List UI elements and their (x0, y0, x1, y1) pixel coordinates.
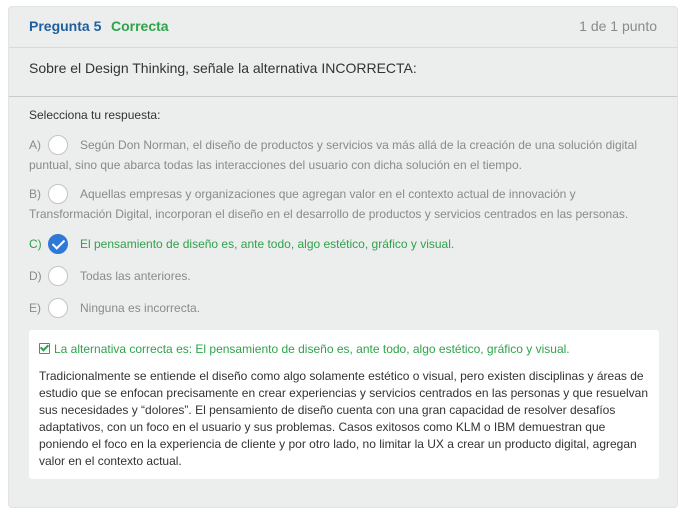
answer-prompt: Selecciona tu respuesta: (29, 108, 161, 122)
feedback-title: La alternativa correcta es: El pensamien… (39, 342, 570, 356)
option-letter: A) (29, 138, 41, 152)
option-e[interactable]: E) Ninguna es incorrecta. (29, 298, 649, 318)
option-letter: B) (29, 187, 41, 201)
option-d[interactable]: D) Todas las anteriores. (29, 266, 649, 286)
option-text: Todas las anteriores. (80, 269, 191, 283)
radio-option-b[interactable] (48, 184, 68, 204)
option-text: El pensamiento de diseño es, ante todo, … (80, 237, 455, 251)
feedback-body: Tradicionalmente se entiende el diseño c… (39, 369, 649, 468)
question-header: Pregunta 5 Correcta 1 de 1 punto (9, 7, 677, 48)
option-letter: E) (29, 301, 41, 315)
option-letter: D) (29, 269, 42, 283)
check-square-icon (39, 343, 50, 354)
feedback-title-text: La alternativa correcta es: El pensamien… (54, 342, 570, 356)
question-card: Pregunta 5 Correcta 1 de 1 punto Sobre e… (8, 6, 678, 508)
option-c[interactable]: C) El pensamiento de diseño es, ante todo… (29, 234, 649, 254)
radio-option-d[interactable] (48, 266, 68, 286)
option-text: Según Don Norman, el diseño de productos… (29, 138, 637, 172)
question-score: 1 de 1 punto (579, 18, 657, 34)
question-status: Correcta (111, 18, 169, 34)
option-b[interactable]: B) Aquellas empresas y organizaciones que… (29, 184, 649, 224)
option-a[interactable]: A) Según Don Norman, el diseño de product… (29, 135, 649, 175)
radio-option-a[interactable] (48, 135, 68, 155)
radio-option-e[interactable] (48, 298, 68, 318)
option-text: Ninguna es incorrecta. (80, 301, 201, 315)
question-statement: Sobre el Design Thinking, señale la alte… (29, 60, 417, 76)
check-circle-icon[interactable] (48, 234, 68, 254)
feedback-box: La alternativa correcta es: El pensamien… (29, 330, 659, 479)
question-number: Pregunta 5 (29, 18, 102, 34)
option-letter: C) (29, 237, 42, 251)
divider (9, 96, 677, 97)
option-text: Aquellas empresas y organizaciones que a… (29, 187, 629, 221)
